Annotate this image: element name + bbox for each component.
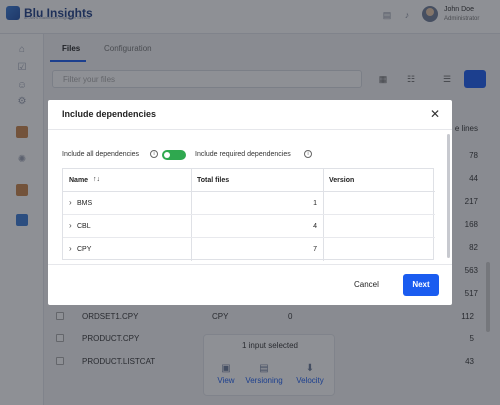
dependencies-table: Name ↑↓ Total files Version › BMS 1 › CB… <box>62 168 435 261</box>
dialog-scrollbar[interactable] <box>447 134 450 258</box>
column-header-name[interactable]: Name <box>69 177 88 184</box>
chevron-right-icon[interactable]: › <box>69 198 72 207</box>
chevron-right-icon[interactable]: › <box>69 221 72 230</box>
table-row[interactable]: › CPY 7 <box>63 238 435 261</box>
dialog-header: Include dependencies ✕ <box>48 100 452 130</box>
info-icon[interactable]: i <box>150 150 158 158</box>
table-header: Name ↑↓ Total files Version <box>63 169 435 192</box>
toggle-knob <box>164 152 170 158</box>
include-required-label: Include required dependencies <box>195 151 291 158</box>
chevron-right-icon[interactable]: › <box>69 244 72 253</box>
dialog-footer <box>48 264 452 305</box>
column-header-total-files: Total files <box>197 177 230 184</box>
column-header-version: Version <box>329 177 355 184</box>
dialog-title: Include dependencies <box>62 109 157 119</box>
close-icon[interactable]: ✕ <box>428 107 442 121</box>
info-icon[interactable]: i <box>304 150 312 158</box>
include-all-label: Include all dependencies <box>62 151 140 158</box>
include-dependencies-dialog: Include dependencies ✕ Include all depen… <box>48 100 452 305</box>
table-row[interactable]: › CBL 4 <box>63 215 435 238</box>
cancel-button[interactable]: Cancel <box>354 280 379 289</box>
table-row[interactable]: › BMS 1 <box>63 192 435 215</box>
next-button[interactable]: Next <box>403 274 439 296</box>
include-all-toggle[interactable] <box>162 150 186 160</box>
sort-icon[interactable]: ↑↓ <box>93 176 100 183</box>
